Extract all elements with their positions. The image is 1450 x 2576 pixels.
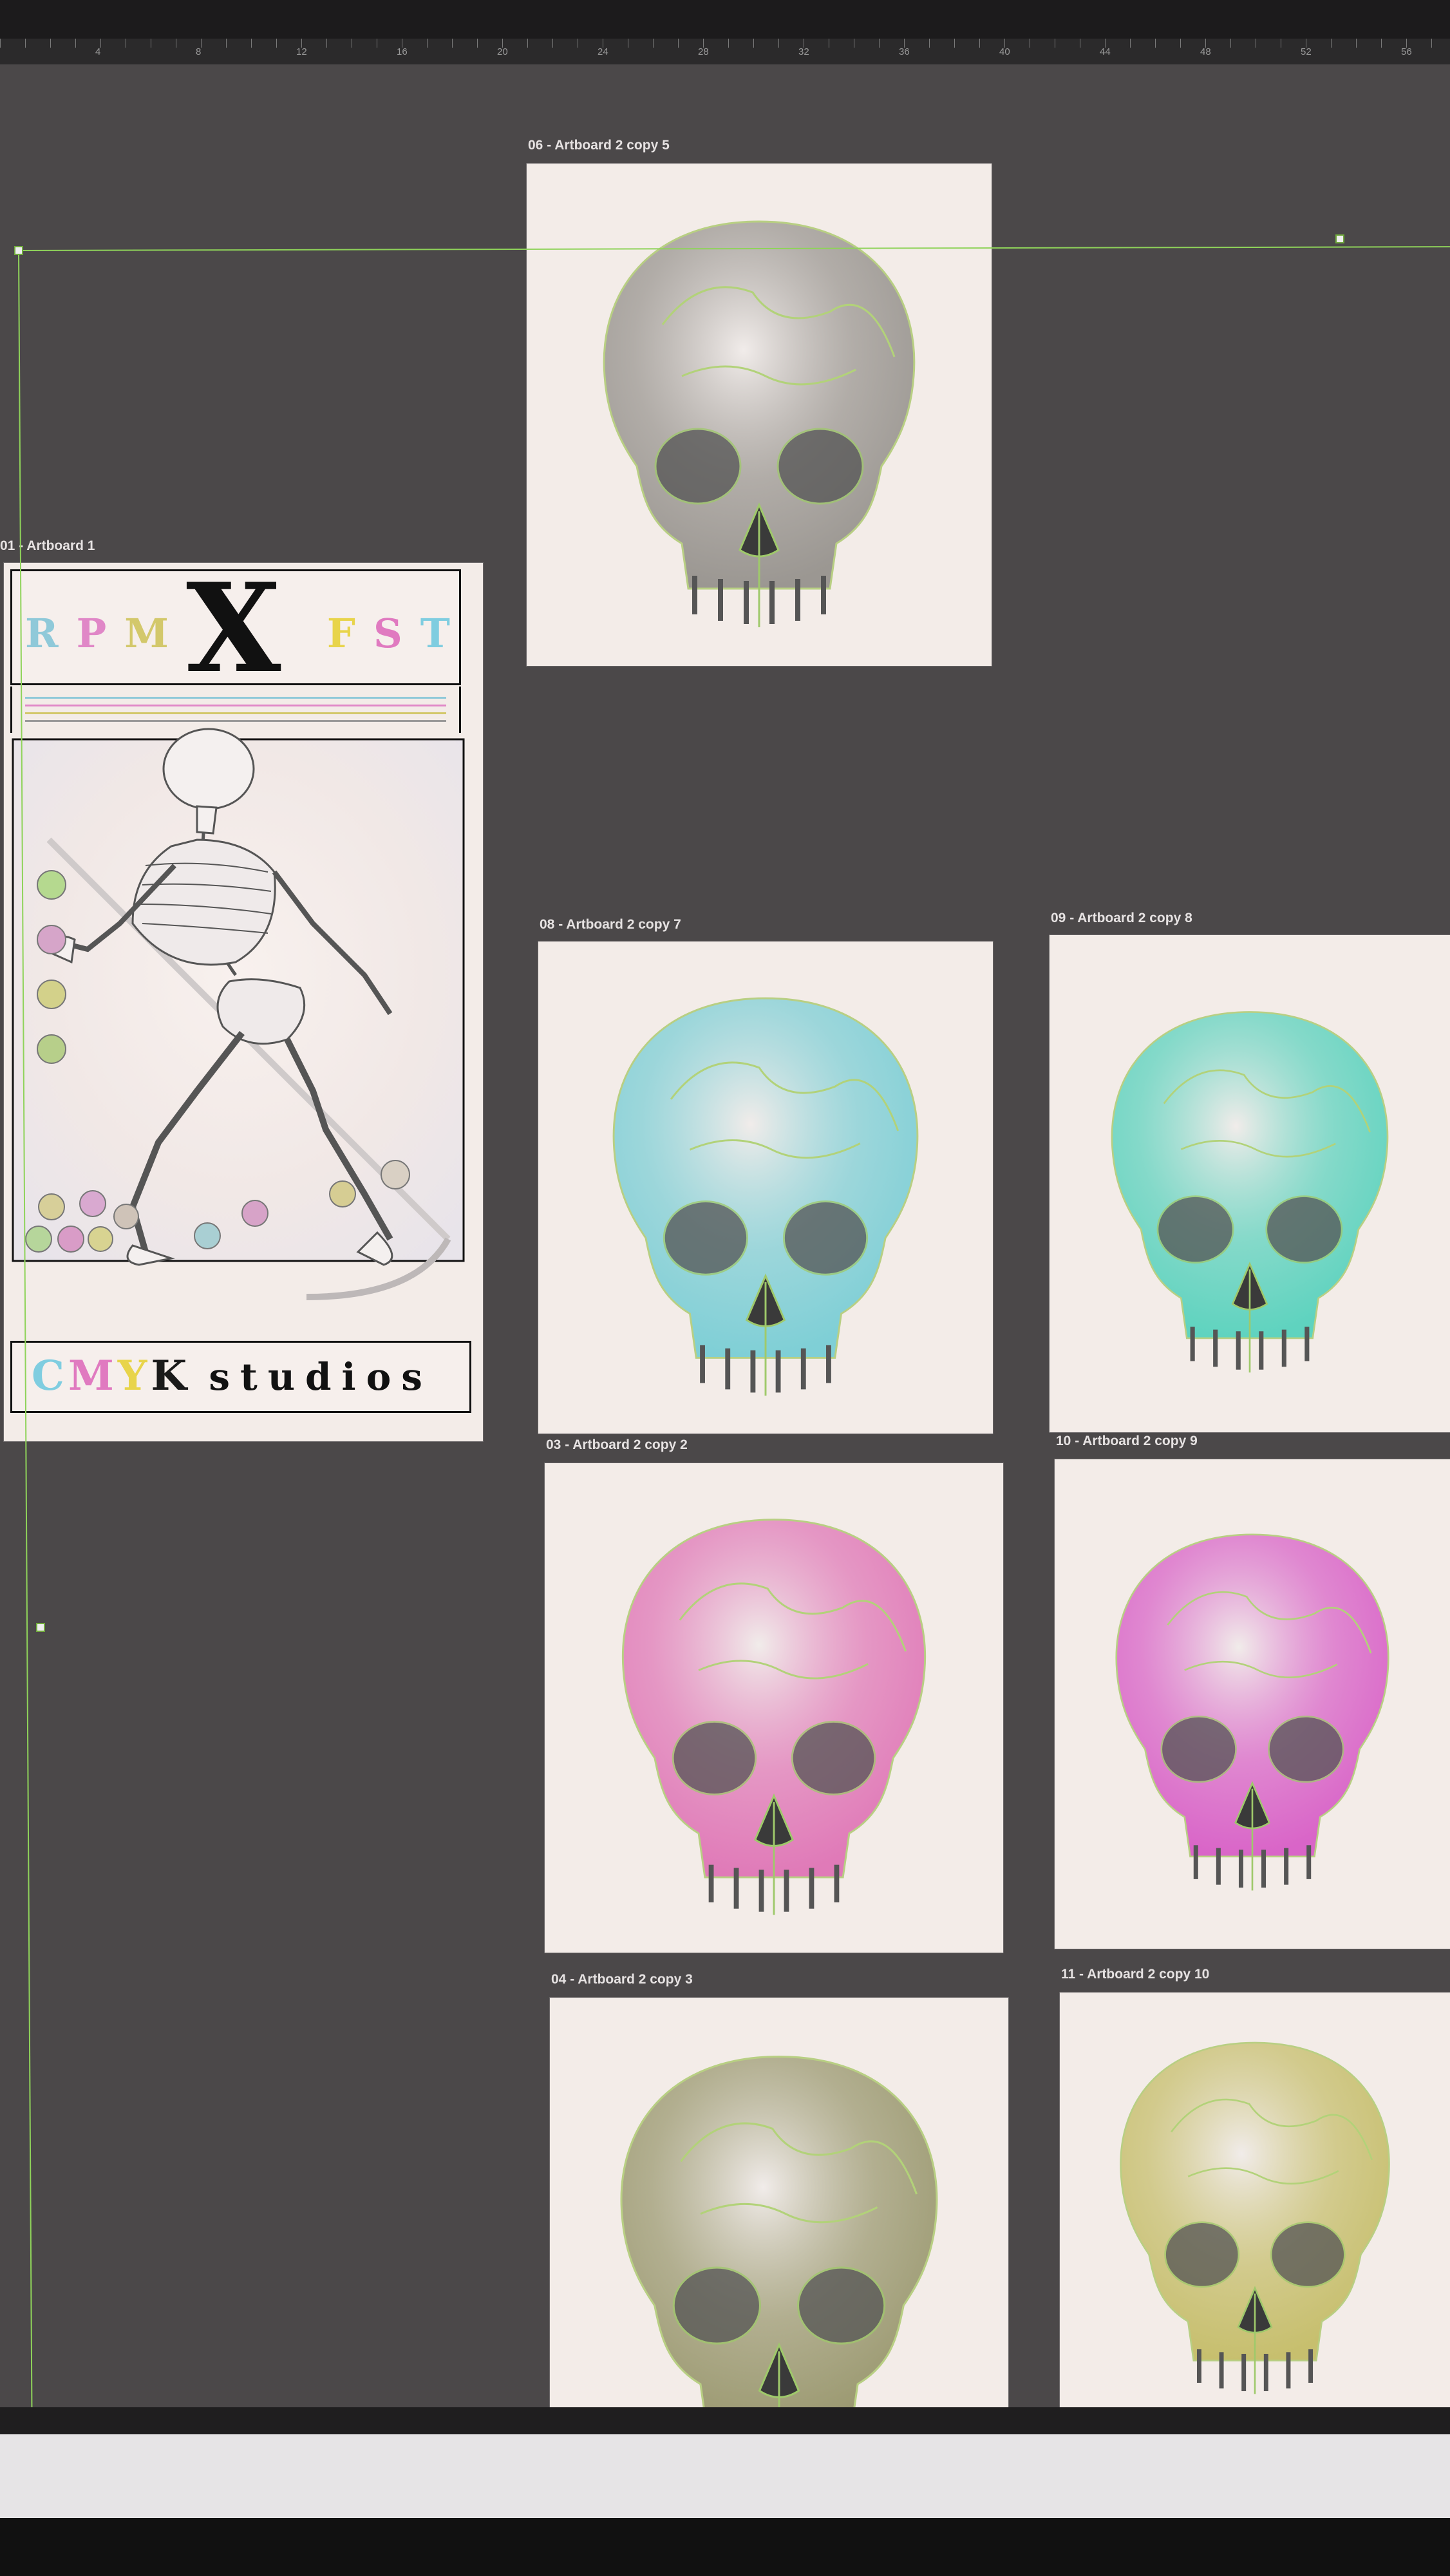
card-stripe — [25, 697, 446, 699]
ruler-tick — [1356, 39, 1357, 48]
ruler-tick — [527, 39, 528, 48]
card-header: X R P M F S T — [10, 567, 461, 690]
ruler-tick — [50, 39, 51, 48]
ruler-tick — [929, 39, 930, 48]
ruler-tick — [326, 39, 327, 48]
ruler-tick — [477, 39, 478, 48]
screen-bottom-edge — [0, 2407, 1450, 2434]
ruler-number: 20 — [497, 46, 508, 57]
ruler-tick — [552, 39, 553, 48]
card-letter-gap — [187, 610, 309, 657]
ruler-tick — [75, 39, 76, 48]
ruler-tick — [1381, 39, 1382, 48]
card-top-letter: S — [373, 610, 402, 657]
ruler-number: 12 — [296, 46, 307, 57]
card-stripe — [25, 705, 446, 706]
card-top-letters: R P M F S T — [25, 610, 450, 657]
card-footer-letter: K — [151, 1352, 191, 1400]
card-footer-letter: Y — [117, 1352, 151, 1400]
skull-artwork — [1120, 2041, 1390, 2394]
skull-artwork — [1115, 1533, 1389, 1891]
ruler-number: 28 — [698, 46, 709, 57]
ruler-tick — [728, 39, 729, 48]
artboard-11[interactable] — [1060, 1993, 1450, 2407]
card-stripe — [25, 720, 446, 722]
ruler-number: 8 — [196, 46, 202, 57]
card-stripes — [10, 687, 461, 733]
ruler-tick — [979, 39, 980, 48]
card-top-letter: M — [124, 610, 169, 657]
ruler-tick — [1230, 39, 1231, 48]
ruler-number: 48 — [1200, 46, 1211, 57]
artboard-label-03[interactable]: 03 - Artboard 2 copy 2 — [546, 1437, 688, 1453]
skull-artwork — [603, 220, 916, 627]
ruler-tick — [226, 39, 227, 48]
artboard-label-09[interactable]: 09 - Artboard 2 copy 8 — [1051, 911, 1192, 926]
card-footer-text: CMYK studios — [32, 1352, 433, 1400]
skull-artwork — [1111, 1011, 1389, 1373]
monitor-bezel-top — [0, 0, 1450, 39]
card-stripe — [25, 712, 446, 714]
artboard-label-10[interactable]: 10 - Artboard 2 copy 9 — [1056, 1434, 1198, 1449]
ruler-number: 32 — [798, 46, 809, 57]
ruler-tick — [879, 39, 880, 48]
ruler-number: 4 — [95, 46, 101, 57]
ruler-tick — [25, 39, 26, 48]
card-footer-word: studios — [209, 1355, 433, 1399]
artboard-label-06[interactable]: 06 - Artboard 2 copy 5 — [528, 138, 670, 153]
transform-handle[interactable] — [1335, 234, 1344, 243]
card-footer: CMYK studios — [10, 1341, 471, 1413]
ruler-tick — [753, 39, 754, 48]
ruler-tick — [1180, 39, 1181, 48]
ruler-tick — [954, 39, 955, 48]
ruler-tick — [1130, 39, 1131, 48]
card-top-letter: T — [420, 610, 450, 657]
ruler-tick — [251, 39, 252, 48]
ruler-number: 44 — [1100, 46, 1111, 57]
ruler-tick — [1331, 39, 1332, 48]
ruler-tick — [427, 39, 428, 48]
artboard-label-01[interactable]: 01 - Artboard 1 — [0, 538, 95, 554]
ruler-tick — [1155, 39, 1156, 48]
skull-artwork — [621, 1519, 927, 1915]
artboard-03[interactable] — [545, 1463, 1003, 1953]
ruler-tick — [778, 39, 779, 48]
ruler-number: 40 — [999, 46, 1010, 57]
ruler-tick — [276, 39, 277, 48]
card-top-letter: F — [326, 610, 355, 657]
artboard-label-04[interactable]: 04 - Artboard 2 copy 3 — [551, 1972, 693, 1987]
artboard-09[interactable] — [1050, 935, 1450, 1432]
skull-artwork — [612, 997, 919, 1396]
monitor-bezel-bottom — [0, 2518, 1450, 2576]
artboard-08[interactable] — [538, 942, 993, 1434]
card-top-letter: R — [25, 610, 59, 657]
skull-artwork — [620, 2056, 938, 2407]
artboard-label-08[interactable]: 08 - Artboard 2 copy 7 — [540, 917, 681, 933]
status-bar — [0, 2434, 1450, 2518]
ruler-number: 56 — [1401, 46, 1412, 57]
artboard-label-11[interactable]: 11 - Artboard 2 copy 10 — [1061, 1967, 1209, 1982]
ruler-tick — [678, 39, 679, 48]
horizontal-ruler[interactable]: 4 8 12 16 20 24 28 32 36 40 44 48 52 56 — [0, 39, 1450, 66]
ruler-number: 24 — [598, 46, 608, 57]
ruler-number: 36 — [899, 46, 910, 57]
card-top-letter: P — [76, 610, 107, 657]
ruler-tick — [0, 39, 1, 48]
artboard-10[interactable] — [1055, 1459, 1450, 1949]
ruler-tick — [1431, 39, 1432, 48]
transform-handle[interactable] — [36, 1623, 45, 1632]
ruler-number: 52 — [1301, 46, 1312, 57]
artboard-04[interactable] — [550, 1998, 1008, 2407]
artboard-06[interactable] — [527, 164, 992, 666]
transform-handle[interactable] — [14, 246, 23, 255]
ruler-tick — [653, 39, 654, 48]
card-footer-letter: C — [32, 1352, 68, 1400]
ruler-number: 16 — [397, 46, 408, 57]
card-footer-letter: M — [68, 1352, 118, 1400]
ruler-tick — [452, 39, 453, 48]
